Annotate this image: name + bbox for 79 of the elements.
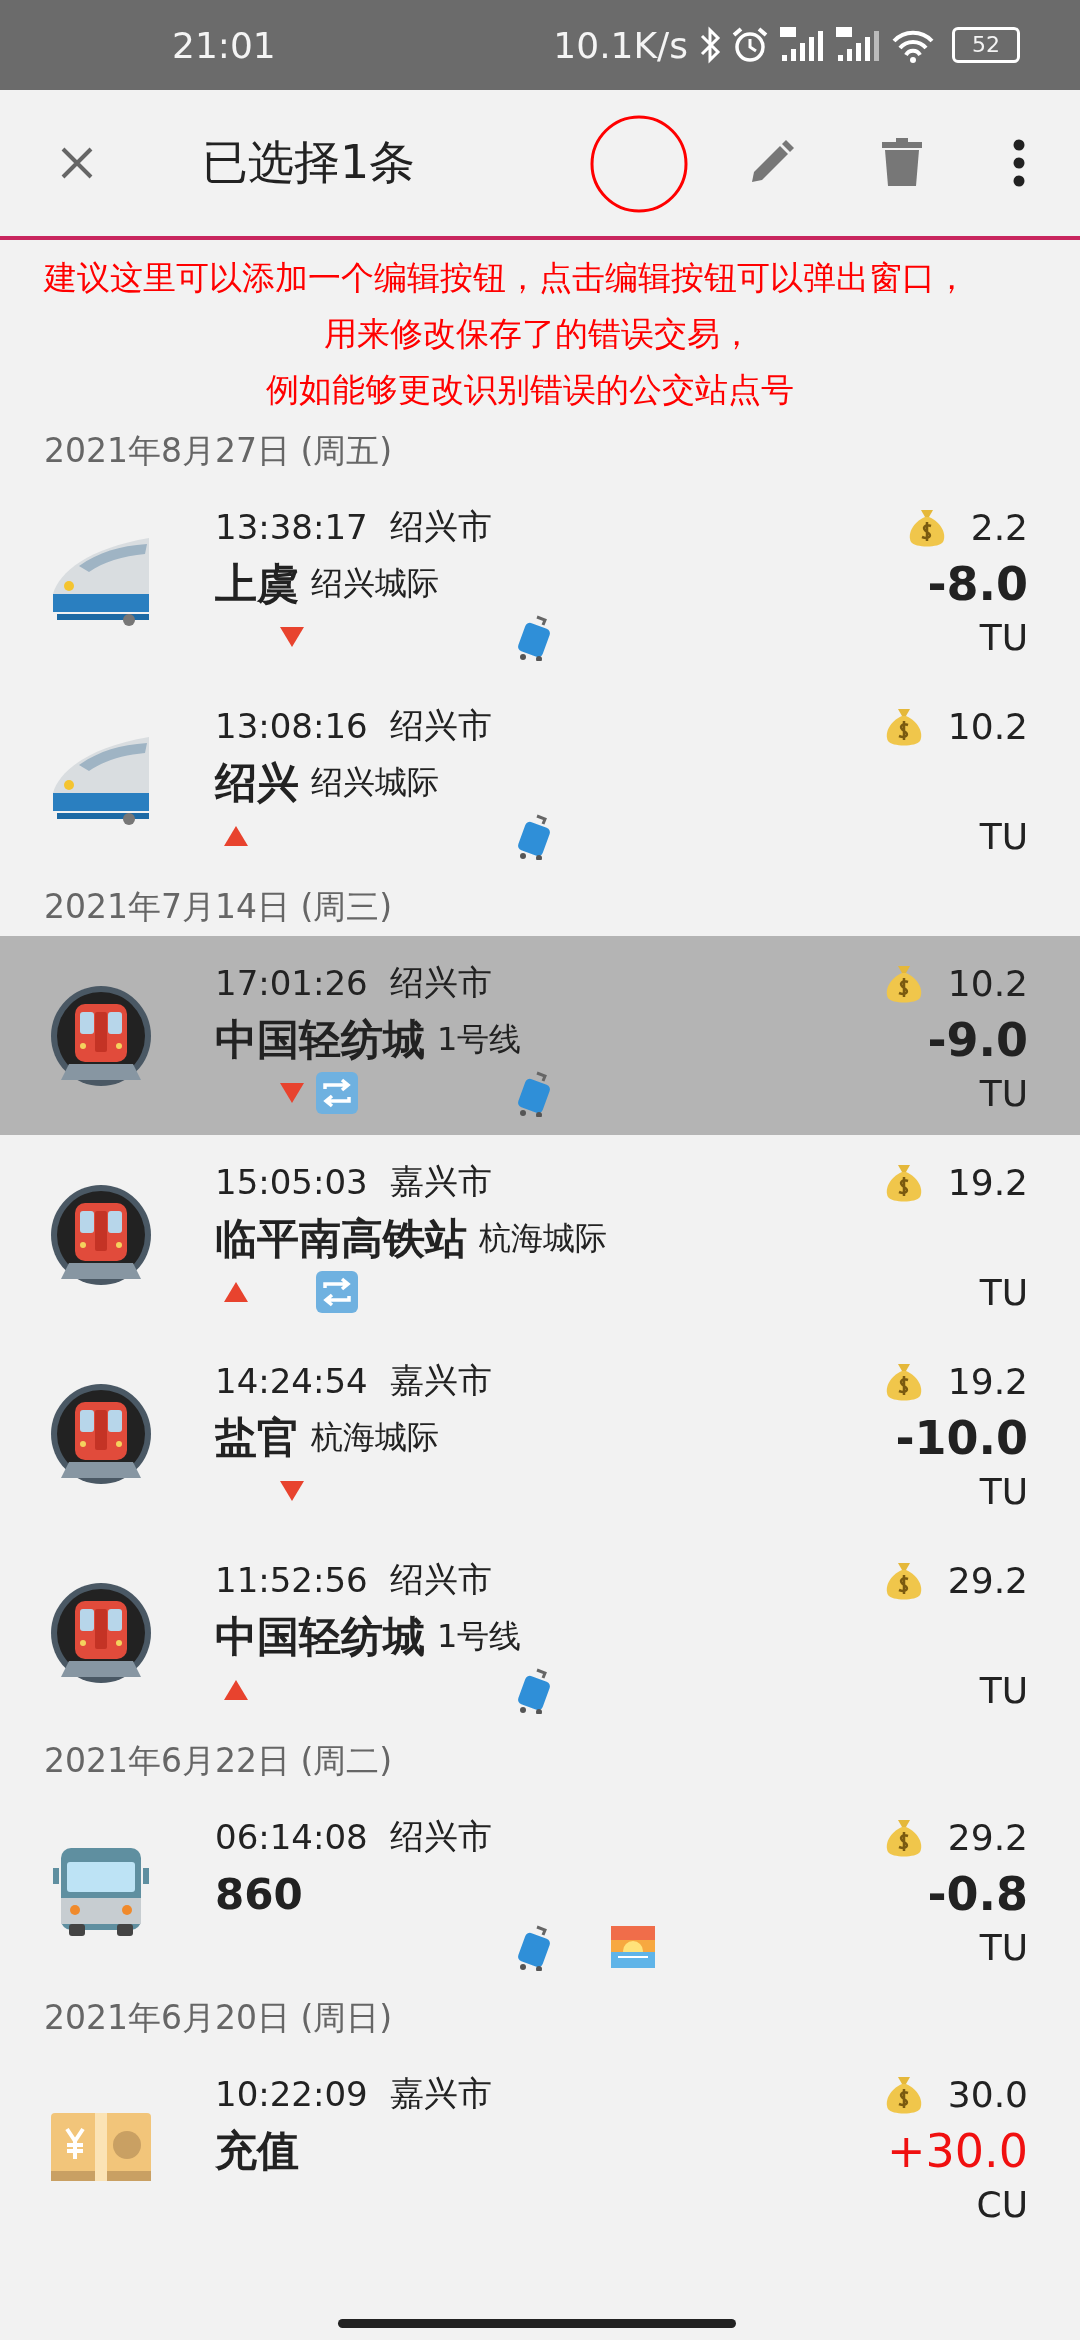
balance-amount: 19.2 [947, 1161, 1028, 1203]
annotation-text: 用来修改保存了的错误交易， [324, 312, 753, 355]
metro-train-icon [48, 1581, 153, 1685]
transaction-row[interactable]: 13:08:16 绍兴市 绍兴 绍兴城际 10.2 TU [0, 679, 1080, 878]
transaction-row[interactable]: 17:01:26 绍兴市 中国轻纺城 1号线 10.2 -9.0 TU [0, 936, 1080, 1135]
transaction-row[interactable]: 11:52:56 绍兴市 中国轻纺城 1号线 29.2 TU [0, 1533, 1080, 1732]
balance-amount: 29.2 [947, 1559, 1028, 1601]
station-name: 上虞 [215, 558, 299, 610]
more-icon[interactable] [1012, 138, 1026, 188]
city-name: 嘉兴市 [389, 1160, 492, 1203]
alarm-icon [730, 25, 770, 65]
balance-amount: 10.2 [947, 705, 1028, 747]
transaction-row[interactable]: 14:24:54 嘉兴市 盐官 杭海城际 19.2 -10.0 TU [0, 1334, 1080, 1533]
date-header: 2021年6月22日 (周二) [43, 1740, 394, 1782]
transaction-time: 10:22:09 [215, 2074, 368, 2114]
currency-unit: TU [979, 1926, 1028, 1968]
transaction-amount: -0.8 [927, 1867, 1028, 1921]
city-name: 绍兴市 [389, 961, 492, 1004]
currency-unit: TU [979, 616, 1028, 658]
transaction-row[interactable]: 06:14:08 绍兴市 860 29.2 -0.8 TU [0, 1790, 1080, 1989]
line-name: 1号线 [437, 1019, 522, 1060]
station-name: 充值 [215, 2125, 299, 2177]
station-name: 绍兴 [215, 757, 299, 809]
date-header: 2021年6月20日 (周日) [43, 1997, 394, 2039]
status-time: 21:01 [172, 24, 276, 66]
date-header: 2021年7月14日 (周三) [43, 886, 394, 928]
date-header: 2021年8月27日 (周五) [43, 430, 394, 472]
station-name: 盐官 [215, 1412, 299, 1464]
balance-amount: 29.2 [947, 1816, 1028, 1858]
transaction-amount: -8.0 [927, 557, 1028, 611]
metro-train-icon [48, 984, 153, 1088]
annotation-text: 建议这里可以添加一个编辑按钮，点击编辑按钮可以弹出窗口， [44, 256, 968, 299]
transaction-time: 13:08:16 [215, 706, 368, 746]
line-name: 杭海城际 [311, 1417, 439, 1458]
currency-unit: TU [979, 1470, 1028, 1512]
transaction-time: 13:38:17 [215, 507, 368, 547]
annotation-text: 例如能够更改识别错误的公交站点号 [266, 368, 794, 411]
station-name: 临平南高铁站 [215, 1213, 467, 1265]
city-name: 绍兴市 [389, 1815, 492, 1858]
transaction-time: 17:01:26 [215, 963, 368, 1003]
currency-unit: TU [979, 815, 1028, 857]
bluetooth-icon [698, 26, 722, 64]
network-speed: 10.1K/s [553, 24, 688, 66]
metro-train-icon [48, 1183, 153, 1287]
transaction-time: 11:52:56 [215, 1560, 368, 1600]
transaction-time: 14:24:54 [215, 1361, 368, 1401]
metro-train-icon [48, 1382, 153, 1486]
currency-unit: CU [976, 2183, 1028, 2225]
currency-unit: TU [979, 1271, 1028, 1313]
station-name: 中国轻纺城 [215, 1014, 425, 1066]
transaction-time: 06:14:08 [215, 1817, 368, 1857]
transaction-row[interactable]: 15:05:03 嘉兴市 临平南高铁站 杭海城际 19.2 TU [0, 1135, 1080, 1334]
city-name: 绍兴市 [389, 704, 492, 747]
battery-indicator: 52 [952, 27, 1020, 63]
city-name: 绍兴市 [389, 1558, 492, 1601]
line-name: 绍兴城际 [311, 762, 439, 803]
delete-icon[interactable] [882, 138, 922, 188]
banknote-icon [48, 2111, 153, 2183]
transaction-amount: +30.0 [887, 2124, 1028, 2178]
transaction-amount: -9.0 [927, 1013, 1028, 1067]
transaction-time: 15:05:03 [215, 1162, 368, 1202]
balance-amount: 10.2 [947, 962, 1028, 1004]
station-name: 860 [215, 1869, 303, 1919]
line-name: 绍兴城际 [311, 563, 439, 604]
balance-amount: 2.2 [970, 506, 1028, 548]
line-name: 1号线 [437, 1616, 522, 1657]
station-name: 中国轻纺城 [215, 1611, 425, 1663]
selection-title: 已选择1条 [202, 134, 416, 191]
city-name: 绍兴市 [389, 505, 492, 548]
transaction-amount: -10.0 [895, 1411, 1028, 1465]
line-name: 杭海城际 [479, 1218, 607, 1259]
city-name: 嘉兴市 [389, 2072, 492, 2115]
transaction-row[interactable]: 10:22:09 嘉兴市 充值 30.0 +30.0 CU [0, 2047, 1080, 2246]
balance-amount: 19.2 [947, 1360, 1028, 1402]
transaction-row[interactable]: 13:38:17 绍兴市 上虞 绍兴城际 2.2 -8.0 TU [0, 480, 1080, 679]
currency-unit: TU [979, 1669, 1028, 1711]
city-name: 嘉兴市 [389, 1359, 492, 1402]
currency-unit: TU [979, 1072, 1028, 1114]
balance-amount: 30.0 [947, 2073, 1028, 2115]
